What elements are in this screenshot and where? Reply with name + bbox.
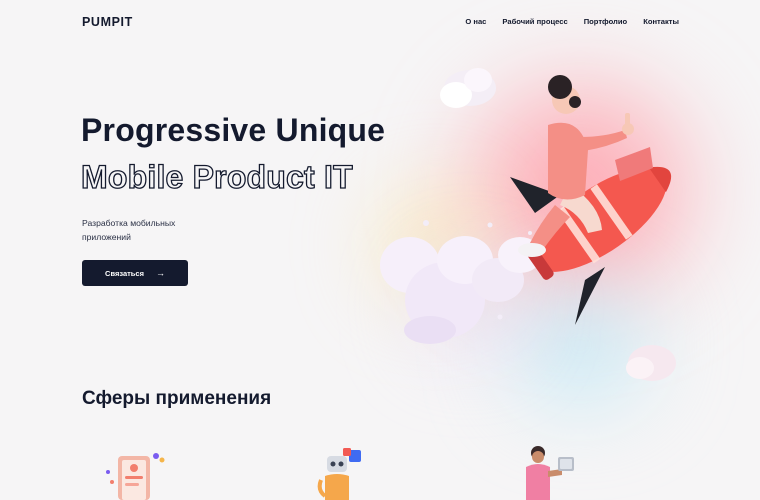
cloud-icon <box>440 68 496 108</box>
contact-button-label: Связаться <box>105 268 144 278</box>
contact-button[interactable]: Связаться → <box>82 260 188 286</box>
hero-subtitle: Разработка мобильных приложений <box>82 218 176 242</box>
site-header: PUMPIT О нас Рабочий процесс Портфолио К… <box>0 0 760 44</box>
person-laptop-illustration <box>526 446 574 500</box>
section-title: Сферы применения <box>82 388 272 409</box>
nav-item-contacts[interactable]: Контакты <box>643 17 679 26</box>
nav-item-about[interactable]: О нас <box>465 17 486 26</box>
phone-app-illustration <box>106 453 165 500</box>
rocket-character-illustration <box>380 68 676 381</box>
hero-title-line2-outlined: Mobile Product IT <box>80 158 353 195</box>
cloud-icon-small <box>626 345 676 381</box>
logo[interactable]: PUMPIT <box>82 15 133 29</box>
nav-item-process[interactable]: Рабочий процесс <box>502 17 567 26</box>
nav-item-portfolio[interactable]: Портфолио <box>584 17 627 26</box>
main-nav: О нас Рабочий процесс Портфолио Контакты <box>465 17 679 26</box>
exhaust-cloud <box>380 220 542 344</box>
hero-title-line1: Progressive Unique <box>81 112 386 148</box>
arrow-right-icon: → <box>155 268 165 278</box>
robot-illustration <box>317 448 361 500</box>
